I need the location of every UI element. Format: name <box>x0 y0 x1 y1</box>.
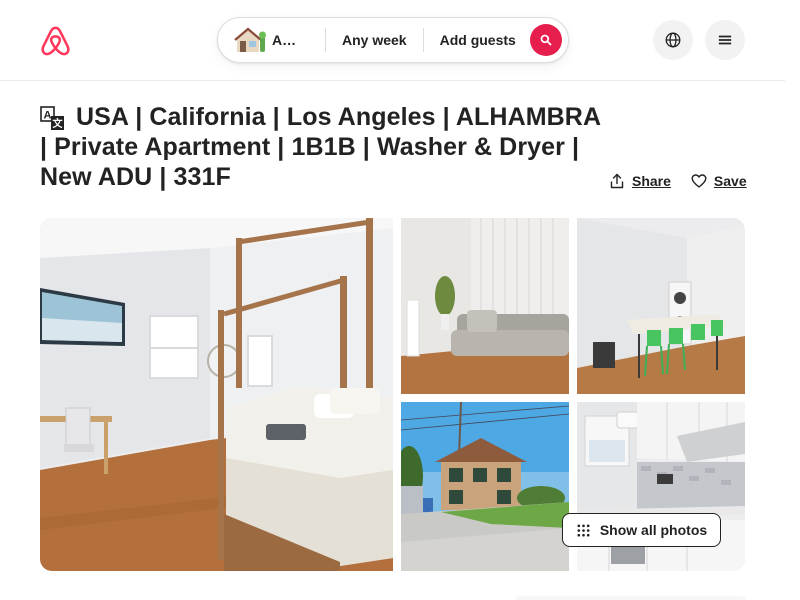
gallery-photo-living-room[interactable] <box>401 218 569 394</box>
search-icon <box>540 34 552 46</box>
search-submit-button[interactable] <box>529 24 562 56</box>
language-button[interactable] <box>653 20 693 60</box>
search-location-label: Anywhere <box>272 32 304 48</box>
show-all-photos-label: Show all photos <box>599 522 708 538</box>
airbnb-logo-icon[interactable] <box>40 24 71 57</box>
hamburger-menu-icon <box>718 35 732 45</box>
gallery-photo-bedroom[interactable] <box>40 218 393 571</box>
search-date-button[interactable]: Any week <box>326 18 423 62</box>
main-menu-button[interactable] <box>705 20 745 60</box>
listing-actions: Share Save <box>609 173 747 189</box>
save-label: Save <box>713 173 747 189</box>
search-guests-label: Add guests <box>439 32 516 48</box>
save-button[interactable]: Save <box>691 173 747 189</box>
globe-icon <box>665 32 681 48</box>
grid-dots-icon <box>577 524 590 536</box>
page-scrollbar[interactable] <box>786 0 800 600</box>
gallery-photo-dining-area[interactable] <box>577 218 745 394</box>
show-all-photos-button[interactable]: Show all photos <box>562 513 721 547</box>
booking-card-edge <box>516 596 746 600</box>
house-icon <box>234 27 266 52</box>
search-bar[interactable]: Anywhere Any week Add guests <box>217 17 569 63</box>
search-guests-button[interactable]: Add guests <box>424 18 530 62</box>
share-button[interactable]: Share <box>609 173 671 189</box>
gallery-photo-exterior[interactable] <box>401 402 569 571</box>
top-header: Anywhere Any week Add guests <box>0 0 785 81</box>
search-location-button[interactable]: Anywhere <box>218 18 325 62</box>
share-label: Share <box>632 173 671 189</box>
search-date-label: Any week <box>342 32 407 48</box>
heart-icon <box>691 174 707 188</box>
listing-title: USA | California | Los Angeles | ALHAMBR… <box>40 103 601 191</box>
share-icon <box>610 173 624 189</box>
